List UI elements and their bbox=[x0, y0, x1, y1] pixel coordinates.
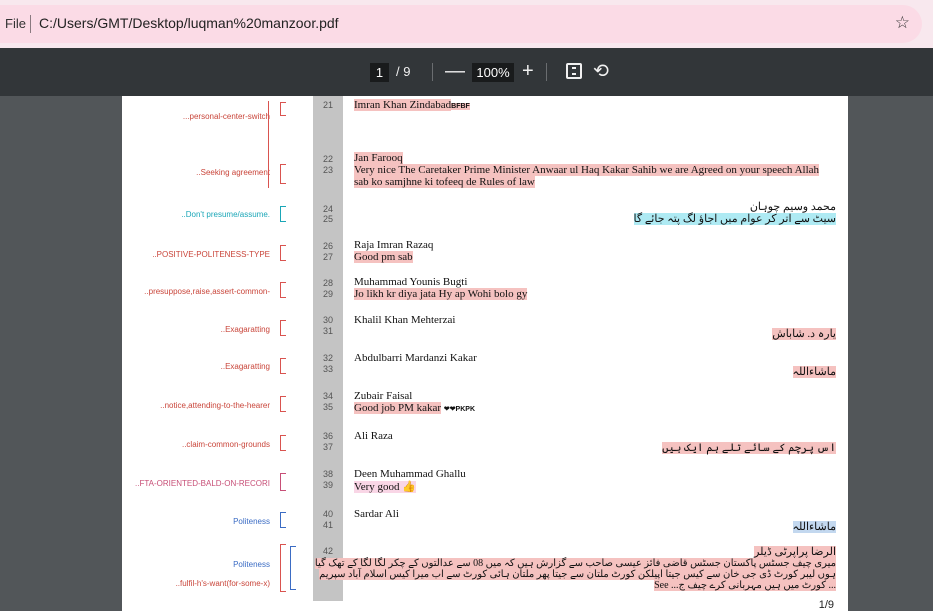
comment-connector bbox=[268, 172, 269, 188]
line-number: 32 bbox=[322, 353, 333, 363]
entry-line-42: الرضا پراپرٹی ڈیلر bbox=[754, 546, 836, 558]
line-number: 30 bbox=[322, 315, 333, 325]
comment-bracket bbox=[280, 358, 286, 374]
entry-line-39: Very good 👍 bbox=[354, 481, 416, 493]
entry-line-38: Deen Muhammad Ghallu bbox=[354, 468, 466, 480]
comment-label[interactable]: Politeness bbox=[233, 517, 270, 527]
comment-label[interactable]: ..Exagaratting bbox=[221, 362, 270, 372]
line-number: 25 bbox=[322, 214, 333, 224]
entry-line-28: Muhammad Younis Bugti bbox=[354, 276, 468, 288]
browser-top-bar: File C:/Users/GMT/Desktop/luqman%20manzo… bbox=[0, 0, 933, 48]
comment-label[interactable]: ..notice,attending-to-the-hearer bbox=[160, 401, 270, 411]
line-number: 29 bbox=[322, 289, 333, 299]
entry-line-41: ماشاءاللہ bbox=[792, 521, 836, 533]
comment-label[interactable]: ..Exagaratting bbox=[221, 325, 270, 335]
comment-bracket bbox=[280, 473, 286, 491]
line-number: 42 bbox=[322, 546, 333, 556]
page-total: / 9 bbox=[396, 64, 411, 79]
entry-line-30: Khalil Khan Mehterzai bbox=[354, 314, 456, 326]
zoom-in-button[interactable]: + bbox=[522, 58, 534, 84]
entry-line-43c[interactable]: ... کورٹ میں ہیں مہربانی کرے چیف ج... Se… bbox=[654, 580, 836, 592]
comment-label[interactable]: ..POSITIVE-POLITENESS-TYPE bbox=[152, 250, 270, 260]
line-number: 36 bbox=[322, 431, 333, 441]
comment-bracket bbox=[280, 320, 286, 336]
url-text[interactable]: C:/Users/GMT/Desktop/luqman%20manzoor.pd… bbox=[39, 15, 339, 31]
toolbar-divider bbox=[432, 63, 433, 81]
comment-bracket bbox=[290, 546, 296, 590]
comment-label[interactable]: ..claim-common-grounds bbox=[182, 440, 270, 450]
comment-bracket bbox=[280, 245, 286, 261]
comment-label[interactable]: Politeness bbox=[233, 560, 270, 570]
entry-line-33: ماشاءاللہ bbox=[792, 366, 836, 378]
comment-bracket bbox=[280, 396, 286, 412]
comment-bracket bbox=[280, 164, 286, 184]
pdf-toolbar: 1 / 9 — 100% + ⟲ bbox=[0, 48, 933, 96]
comment-bracket bbox=[280, 512, 286, 528]
line-number: 38 bbox=[322, 469, 333, 479]
line-number: 23 bbox=[322, 165, 333, 175]
address-divider bbox=[30, 15, 31, 33]
address-bar[interactable]: File C:/Users/GMT/Desktop/luqman%20manzo… bbox=[0, 5, 922, 43]
zoom-level-input[interactable]: 100% bbox=[472, 63, 514, 82]
comment-label[interactable]: ..Don't presume/assume. bbox=[181, 210, 270, 220]
entry-line-36: Ali Raza bbox=[354, 430, 393, 442]
pdf-page: 21 22 23 24 25 26 27 28 29 30 31 32 33 3… bbox=[122, 96, 848, 611]
line-number: 37 bbox=[322, 442, 333, 452]
line-number: 31 bbox=[322, 326, 333, 336]
entry-line-23: Very nice The Caretaker Prime Minister A… bbox=[354, 164, 820, 176]
comment-label[interactable]: ...personal-center-switch bbox=[183, 112, 270, 122]
entry-line-37: اس پرچم کے سائے تلے ہم ایک ہیں bbox=[662, 442, 836, 454]
entry-line-31: یارہ د. شاباش bbox=[772, 328, 836, 340]
entry-line-26: Raja Imran Razaq bbox=[354, 239, 434, 251]
entry-line-40: Sardar Ali bbox=[354, 508, 399, 520]
line-number: 24 bbox=[322, 204, 333, 214]
page-number-input[interactable]: 1 bbox=[370, 63, 389, 82]
comment-label[interactable]: ..fulfil-h's-want(for-some-x) bbox=[176, 579, 270, 589]
comment-connector bbox=[268, 101, 269, 172]
page-footer-number: 1/9 bbox=[818, 599, 834, 611]
line-number: 34 bbox=[322, 391, 333, 401]
fit-to-page-icon[interactable] bbox=[566, 63, 582, 79]
line-number: 27 bbox=[322, 252, 333, 262]
entry-line-24: محمد وسیم چوہان bbox=[749, 201, 836, 213]
comment-bracket bbox=[280, 282, 286, 298]
line-number: 26 bbox=[322, 241, 333, 251]
line-number: 22 bbox=[322, 154, 333, 164]
comment-bracket bbox=[280, 102, 286, 116]
comment-bracket bbox=[280, 544, 286, 592]
entry-line-21: Imran Khan ZindabadBFBF bbox=[354, 99, 470, 111]
toolbar-divider bbox=[546, 63, 547, 81]
entry-line-27: Good pm sab bbox=[354, 251, 413, 263]
entry-line-29: Jo likh kr diya jata Hy ap Wohi bolo gy bbox=[354, 288, 528, 300]
star-icon[interactable]: ☆ bbox=[895, 13, 910, 33]
line-number: 21 bbox=[322, 100, 333, 110]
comment-bracket bbox=[280, 206, 286, 222]
line-number: 35 bbox=[322, 402, 333, 412]
entry-line-34: Zubair Faisal bbox=[354, 390, 413, 402]
line-number: 28 bbox=[322, 278, 333, 288]
entry-line-25: سیٹ سے اتر کر عوام میں اجاؤ لگ پتہ جائے … bbox=[633, 213, 836, 225]
comment-label[interactable]: ..Seeking agreement bbox=[196, 168, 270, 178]
entry-line-32: Abdulbarri Mardanzi Kakar bbox=[354, 352, 477, 364]
comment-bracket bbox=[280, 435, 286, 451]
zoom-out-button[interactable]: — bbox=[445, 58, 465, 84]
rotate-icon[interactable]: ⟲ bbox=[593, 60, 609, 83]
line-number: 40 bbox=[322, 509, 333, 519]
file-label: File bbox=[5, 16, 26, 31]
comment-label[interactable]: ..FTA-ORIENTED-BALD-ON-RECORI bbox=[135, 479, 270, 489]
entry-line-22: Jan Farooq bbox=[354, 152, 403, 164]
line-number: 41 bbox=[322, 520, 333, 530]
comment-label[interactable]: ..presuppose,raise,assert-common- bbox=[144, 287, 270, 297]
entry-line-23b: sab ko samjhne ki tofeeq de Rules of law bbox=[354, 176, 535, 188]
entry-line-35: Good job PM kakar ❤❤PKPK bbox=[354, 402, 476, 414]
line-number: 33 bbox=[322, 364, 333, 374]
line-number: 39 bbox=[322, 480, 333, 490]
